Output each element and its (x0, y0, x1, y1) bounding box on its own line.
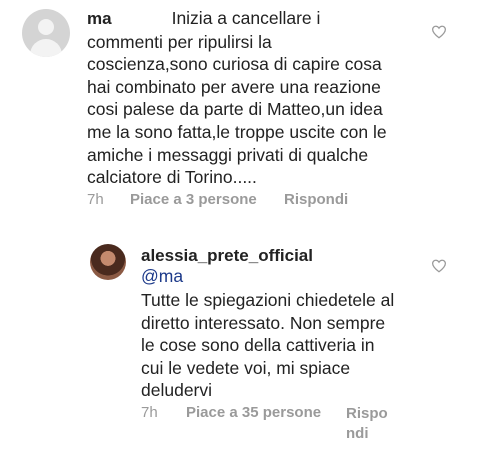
avatar-alessia[interactable] (90, 244, 126, 280)
comment-2-meta: 7h Piace a 35 persone Rispo ndi (141, 404, 388, 442)
comment-1-reply-button[interactable]: Rispondi (284, 191, 348, 208)
like-heart-icon[interactable] (431, 259, 447, 273)
comment-2-time: 7h (141, 404, 158, 421)
comment-2-username[interactable]: alessia_prete_official (141, 246, 313, 266)
avatar-body-shape (30, 39, 62, 57)
comment-1: ma Inizia a cancellare i commenti per rip… (87, 7, 442, 189)
comment-2-reply-button[interactable]: Rispo ndi (346, 404, 396, 444)
comment-2-mention[interactable]: @ma (141, 266, 183, 287)
comment-2-likes[interactable]: Piace a 35 persone (186, 404, 321, 421)
comment-2-text: Tutte le spiegazioni chiedetele al diret… (141, 290, 395, 401)
like-heart-icon[interactable] (431, 25, 447, 39)
avatar-default[interactable] (22, 9, 70, 57)
comment-1-likes[interactable]: Piace a 3 persone (130, 191, 257, 208)
comment-1-time: 7h (87, 191, 104, 208)
comment-1-text: Inizia a cancellare i commenti per ripul… (87, 8, 387, 188)
comment-1-meta: 7h Piace a 3 persone Rispondi (87, 191, 348, 208)
avatar-head-shape (38, 19, 54, 35)
redacted-username-part (112, 10, 172, 24)
comment-1-username[interactable]: ma (87, 9, 112, 28)
